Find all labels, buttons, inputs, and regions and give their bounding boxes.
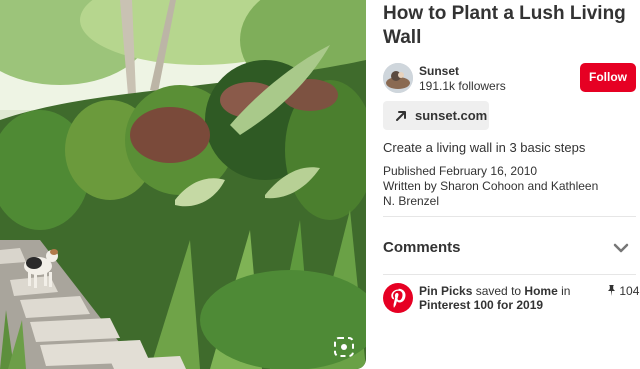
section-divider: [383, 216, 636, 217]
source-link-label: sunset.com: [415, 108, 488, 123]
pin-icon: [608, 285, 615, 296]
section-divider: [383, 274, 636, 275]
living-wall-photo: [0, 0, 366, 369]
activity-verb: saved to: [472, 284, 525, 298]
author-credit: Written by Sharon Cohoon and Kathleen N.…: [383, 179, 599, 208]
pin-count-value: 104: [619, 284, 640, 298]
activity-connector: in: [557, 284, 571, 298]
activity-board[interactable]: Home: [524, 284, 557, 298]
activity-section[interactable]: Pinterest 100 for 2019: [419, 298, 543, 312]
chevron-down-icon[interactable]: [613, 242, 629, 254]
pin-title: How to Plant a Lush Living Wall: [383, 3, 626, 48]
arrow-up-right-icon: [396, 111, 406, 121]
creator-followers: 191.1k followers: [419, 79, 506, 93]
pin-image[interactable]: [0, 0, 366, 369]
visual-search-icon[interactable]: [334, 337, 354, 357]
activity-user[interactable]: Pin Picks: [419, 284, 472, 298]
source-link-button[interactable]: sunset.com: [383, 101, 489, 130]
pinterest-logo-icon[interactable]: [383, 283, 413, 313]
activity-description: Pin Picks saved to Home in Pinterest 100…: [419, 284, 589, 312]
published-date: Published February 16, 2010: [383, 164, 538, 178]
pin-description: Create a living wall in 3 basic steps: [383, 140, 586, 155]
comments-heading: Comments: [383, 239, 461, 256]
follow-button[interactable]: Follow: [580, 63, 636, 92]
creator-name[interactable]: Sunset: [419, 64, 459, 78]
creator-avatar[interactable]: [383, 63, 413, 93]
pin-count: 104: [607, 284, 639, 298]
